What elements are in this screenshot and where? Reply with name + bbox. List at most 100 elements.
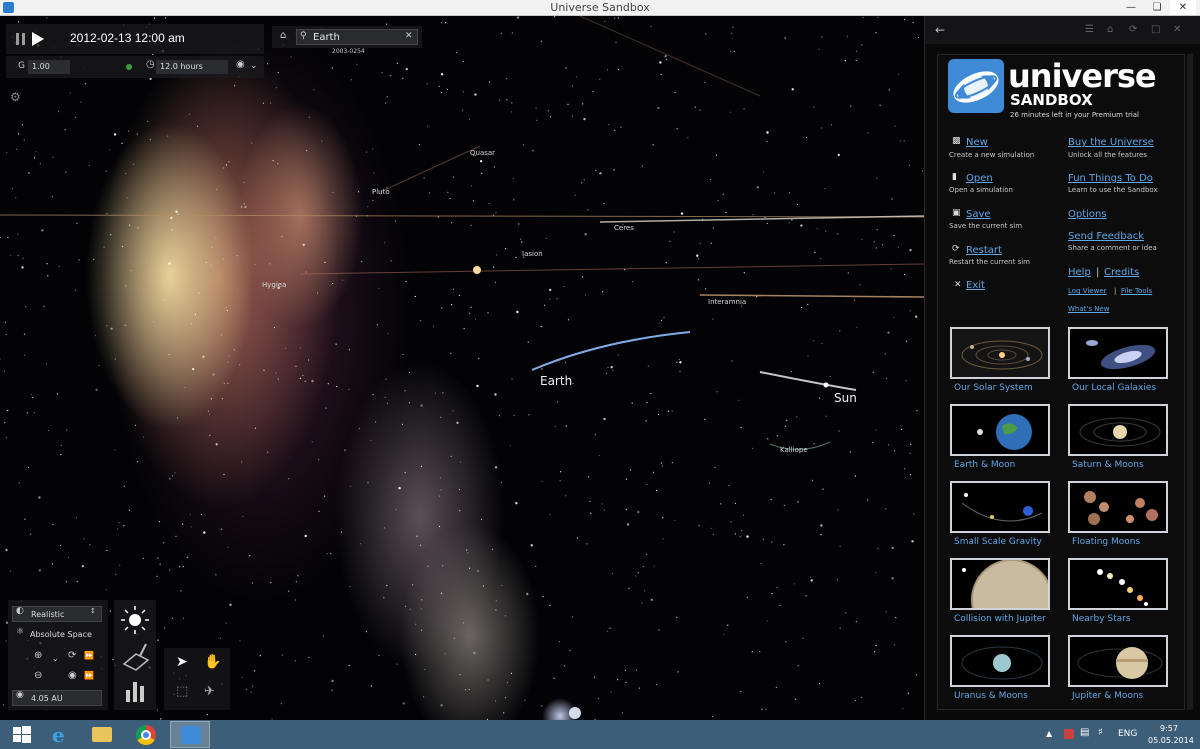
minimize-button[interactable]: —	[1118, 0, 1144, 15]
rotate-icon[interactable]: ⟳	[68, 650, 76, 661]
thumb-label[interactable]: Saturn & Moons	[1072, 460, 1144, 470]
gravity-field[interactable]: 1.00	[28, 60, 70, 74]
thumb-label[interactable]: Our Solar System	[954, 383, 1033, 393]
menu-new[interactable]: New	[966, 137, 988, 148]
zoom-in-icon[interactable]: ⊕	[34, 650, 42, 661]
back-arrow-icon[interactable]: ←	[935, 23, 945, 37]
thumb-label[interactable]: Collision with Jupiter	[954, 614, 1046, 624]
thumb-floating-moons[interactable]	[1068, 481, 1168, 533]
label-ceres[interactable]: Ceres	[614, 224, 634, 232]
chevron-down-icon[interactable]: ⌄	[250, 61, 258, 71]
thumb-collision-jupiter[interactable]	[950, 558, 1050, 610]
stars-icon	[1097, 569, 1148, 606]
fast-forward-icon[interactable]: ⏩	[84, 671, 94, 680]
start-button[interactable]	[2, 721, 42, 748]
label-earth[interactable]: Earth	[540, 374, 572, 388]
camera-icon[interactable]: ◉	[68, 670, 77, 681]
clock-date[interactable]: 05.05.2014	[1148, 736, 1194, 745]
thumb-label[interactable]: Nearby Stars	[1072, 614, 1131, 624]
label-interamnia[interactable]: Interamnia	[708, 298, 746, 306]
volume-icon[interactable]: ♯	[1098, 727, 1103, 738]
chevron-updown-icon: ↕	[90, 607, 96, 615]
thumb-label[interactable]: Small Scale Gravity	[954, 537, 1042, 547]
menu-save[interactable]: Save	[966, 209, 991, 220]
menu-exit[interactable]: Exit	[966, 280, 985, 291]
timestep-icon: ◷	[146, 59, 155, 70]
menu-feedback[interactable]: Send Feedback	[1068, 231, 1144, 242]
pointer-icon[interactable]: ➤	[176, 654, 188, 670]
thumb-label[interactable]: Floating Moons	[1072, 537, 1140, 547]
label-hygiea[interactable]: Hygiea	[262, 281, 286, 289]
uranus-icon	[961, 646, 1043, 680]
menu-open[interactable]: Open	[966, 173, 993, 184]
taskbar-chrome[interactable]	[126, 721, 166, 748]
home-icon[interactable]: ⌂	[280, 30, 286, 41]
timestep-field[interactable]: 12.0 hours	[156, 60, 228, 74]
label-iasion[interactable]: Iasion	[522, 250, 543, 258]
close-button[interactable]: ✕	[1170, 0, 1196, 15]
thumb-uranus-moons[interactable]	[950, 635, 1050, 687]
saturn-icon	[1079, 417, 1161, 447]
thumb-label[interactable]: Uranus & Moons	[954, 691, 1028, 701]
select-box-icon[interactable]: ⬚	[176, 684, 188, 699]
settings-gear-icon[interactable]: ⚙	[10, 90, 21, 104]
thumb-label[interactable]: Earth & Moon	[954, 460, 1015, 470]
label-sun[interactable]: Sun	[834, 391, 857, 405]
gravity-icon	[961, 493, 1043, 522]
label-quasar[interactable]: Quasar	[470, 149, 495, 157]
distance-field[interactable]: 4.05 AU	[12, 690, 102, 706]
hand-icon[interactable]: ✋	[204, 654, 221, 670]
thumb-solar-system[interactable]	[950, 327, 1050, 379]
thumb-saturn-moons[interactable]	[1068, 404, 1168, 456]
fast-forward-icon[interactable]: ⏩	[84, 651, 94, 660]
thumb-jupiter-moons[interactable]	[1068, 635, 1168, 687]
record-icon[interactable]: ◉	[236, 59, 245, 70]
toolbar-icon[interactable]: ☰	[1085, 24, 1094, 35]
taskbar-ie[interactable]: e	[40, 721, 80, 748]
thumb-local-galaxies[interactable]	[1068, 327, 1168, 379]
whats-new-link[interactable]: What's New	[1068, 305, 1109, 313]
home-icon[interactable]: ⌂	[1107, 24, 1113, 35]
thumb-nearby-stars[interactable]	[1068, 558, 1168, 610]
view-mode-select[interactable]: Realistic	[12, 606, 102, 622]
network-icon[interactable]: ▤	[1080, 727, 1089, 738]
tray-flag-icon[interactable]	[1064, 729, 1074, 739]
search-icon: ⚲	[300, 31, 307, 41]
file-tools-link[interactable]: File Tools	[1121, 287, 1152, 295]
space-mode-select[interactable]: Absolute Space	[12, 627, 102, 643]
label-kalliope[interactable]: Kalliope	[780, 446, 808, 454]
window-icon[interactable]: □	[1151, 24, 1160, 35]
thumb-earth-moon[interactable]	[950, 404, 1050, 456]
menu-save-desc: Save the current sim	[949, 222, 1023, 230]
taskbar-explorer[interactable]	[82, 721, 122, 748]
menu-restart[interactable]: Restart	[966, 245, 1002, 256]
zoom-out-icon[interactable]: ⊖	[34, 670, 42, 681]
language-indicator[interactable]: ENG	[1118, 729, 1137, 739]
refresh-icon[interactable]: ⟳	[1129, 24, 1137, 35]
maximize-button[interactable]: ❏	[1144, 0, 1170, 15]
menu-buy[interactable]: Buy the Universe	[1068, 137, 1154, 148]
menu-help[interactable]: Help	[1068, 267, 1091, 278]
tray-chevron-icon[interactable]: ▲	[1046, 729, 1052, 738]
log-viewer-link[interactable]: Log Viewer	[1068, 287, 1107, 295]
thumb-label[interactable]: Jupiter & Moons	[1072, 691, 1143, 701]
clock-time[interactable]: 9:57	[1160, 724, 1178, 733]
taskbar-universe-sandbox[interactable]	[170, 721, 210, 748]
play-button[interactable]	[28, 28, 48, 50]
chevron-down-icon[interactable]: ⌄	[52, 654, 59, 663]
menu-new-desc: Create a new simulation	[949, 151, 1035, 159]
search-input[interactable]: ⚲ Earth ✕	[296, 29, 418, 45]
thumb-small-scale-gravity[interactable]	[950, 481, 1050, 533]
add-object-icon[interactable]: ✈	[204, 684, 215, 699]
label-pluto[interactable]: Pluto	[372, 188, 390, 196]
panel-scrollbar[interactable]	[1187, 54, 1193, 710]
clear-search-icon[interactable]: ✕	[405, 31, 413, 41]
menu-credits[interactable]: Credits	[1104, 267, 1139, 278]
trial-notice: 26 minutes left in your Premium trial	[1010, 111, 1140, 119]
menu-options[interactable]: Options	[1068, 209, 1107, 220]
thumb-label[interactable]: Our Local Galaxies	[1072, 383, 1156, 393]
display-tool-icons	[121, 606, 150, 702]
menu-fun-things[interactable]: Fun Things To Do	[1068, 173, 1153, 184]
menu-open-desc: Open a simulation	[949, 186, 1013, 194]
close-icon[interactable]: ✕	[1173, 24, 1181, 35]
